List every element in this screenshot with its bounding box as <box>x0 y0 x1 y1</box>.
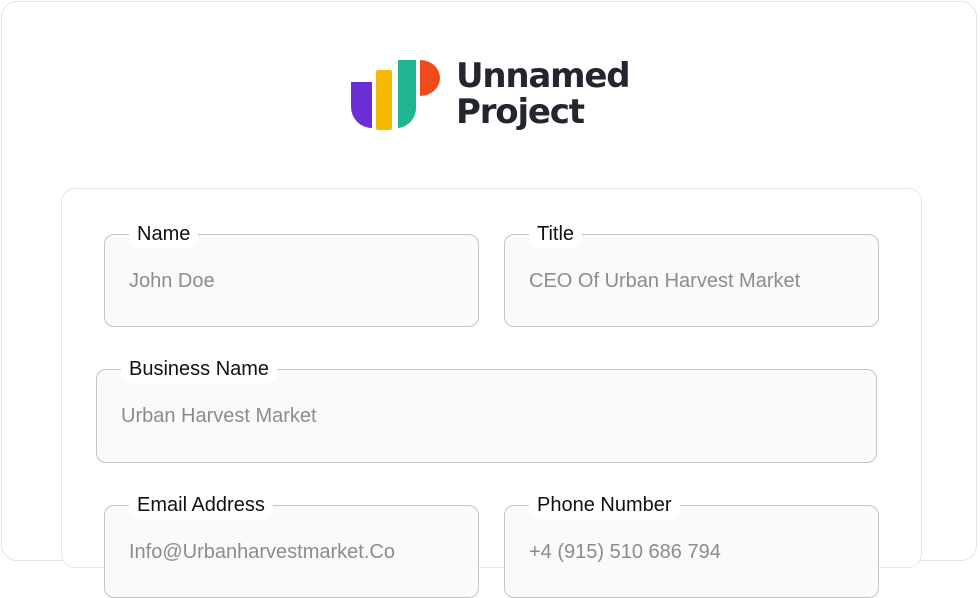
title-field[interactable]: Title CEO Of Urban Harvest Market <box>504 220 879 327</box>
business-name-label: Business Name <box>121 355 278 383</box>
business-name-input-value[interactable]: Urban Harvest Market <box>121 404 860 428</box>
name-input-value[interactable]: John Doe <box>129 269 462 293</box>
phone-label: Phone Number <box>529 491 680 519</box>
brand-logo: Unnamed Project <box>350 56 631 132</box>
title-label: Title <box>529 220 583 248</box>
brand-mark-icon <box>351 60 440 130</box>
email-field[interactable]: Email Address Info@Urbanharvestmarket.Co <box>104 491 479 598</box>
title-input-value[interactable]: CEO Of Urban Harvest Market <box>529 269 862 293</box>
email-label: Email Address <box>129 491 273 519</box>
brand-name-line1: Unnamed <box>456 56 631 96</box>
email-input-value[interactable]: Info@Urbanharvestmarket.Co <box>129 540 462 564</box>
brand-name-line2: Project <box>456 92 585 132</box>
business-name-field[interactable]: Business Name Urban Harvest Market <box>96 355 877 463</box>
phone-field[interactable]: Phone Number +4 (915) 510 686 794 <box>504 491 879 598</box>
brand-name: Unnamed Project <box>456 56 631 132</box>
phone-input-value[interactable]: +4 (915) 510 686 794 <box>529 540 862 564</box>
name-field[interactable]: Name John Doe <box>104 220 479 327</box>
name-label: Name <box>129 220 199 248</box>
